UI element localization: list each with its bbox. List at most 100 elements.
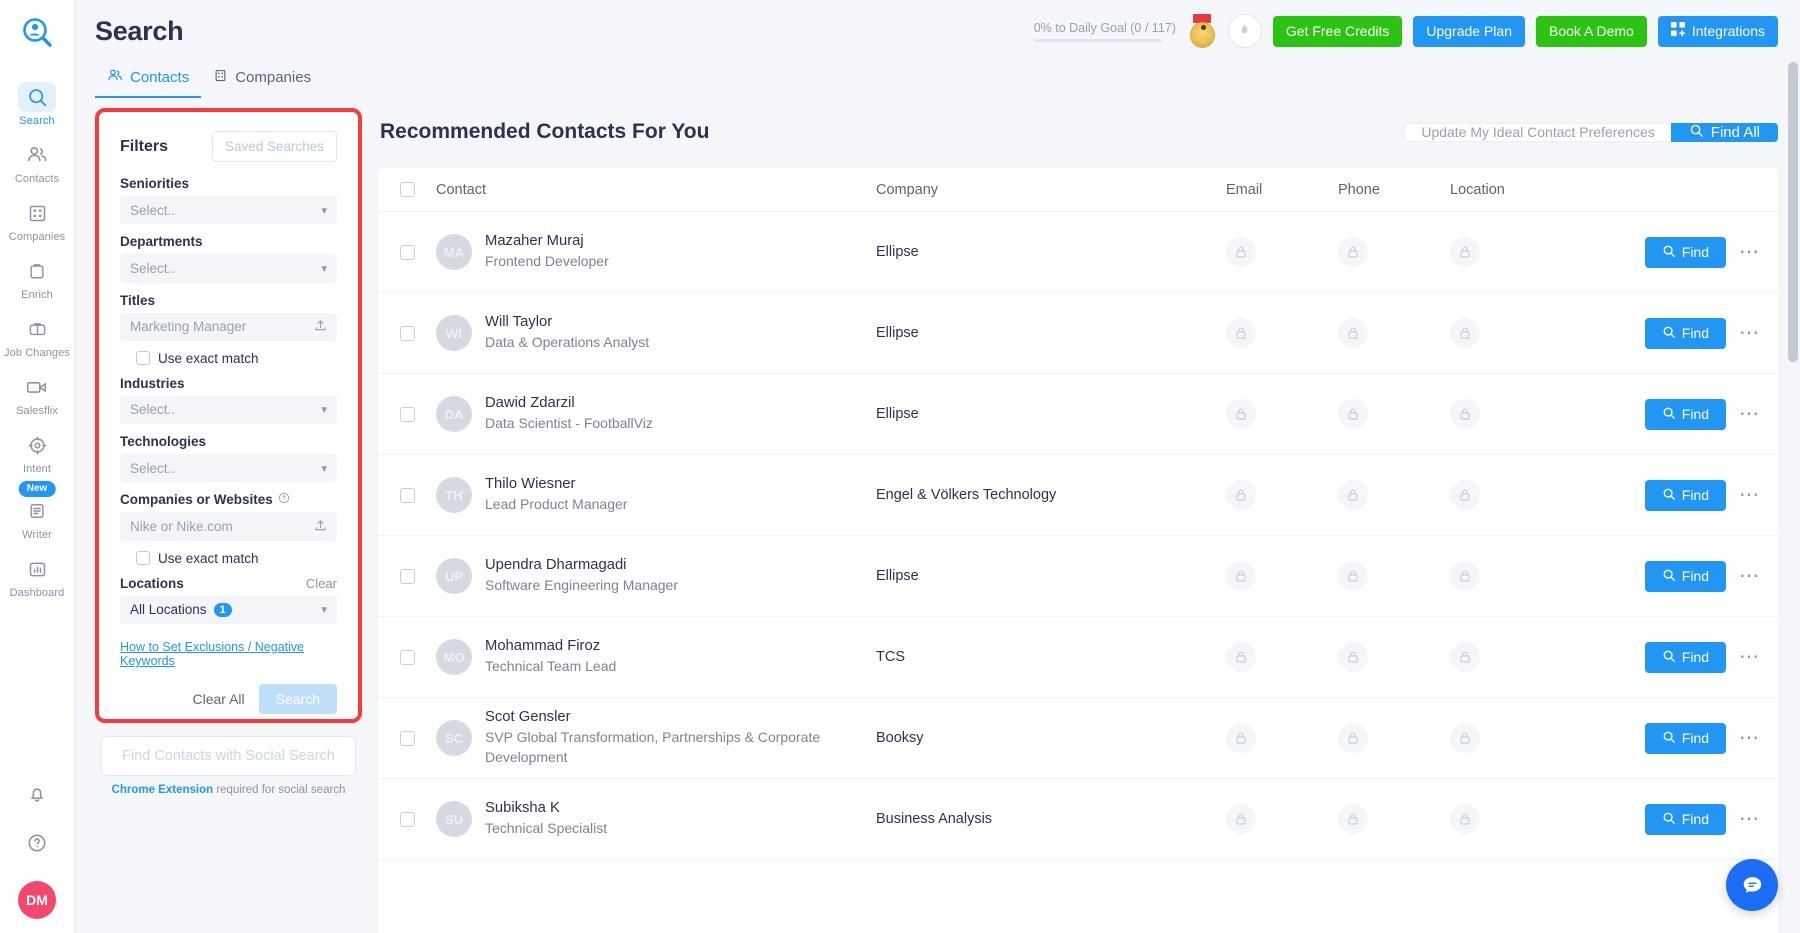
find-button[interactable]: Find [1645,561,1726,592]
lock-icon[interactable] [1338,399,1368,429]
sidebar-item-intent[interactable]: Intent [0,423,74,481]
lock-icon[interactable] [1450,399,1480,429]
table-row[interactable]: MA Mazaher Muraj Frontend Developer Elli… [378,212,1778,293]
sidebar-item-writer[interactable]: New Writer [0,481,74,547]
titles-input[interactable]: Marketing Manager [120,313,337,341]
table-row[interactable]: UP Upendra Dharmagadi Software Engineeri… [378,536,1778,617]
info-circle-icon[interactable] [278,492,290,507]
lock-icon[interactable] [1338,804,1368,834]
companies-input[interactable]: Nike or Nike.com [120,512,337,540]
locations-clear-link[interactable]: Clear [306,576,337,591]
table-row[interactable]: MO Mohammad Firoz Technical Team Lead TC… [378,617,1778,698]
row-checkbox[interactable] [400,650,415,665]
lock-icon[interactable] [1226,561,1256,591]
book-a-demo-button[interactable]: Book A Demo [1536,16,1647,47]
titles-exact-match-row[interactable]: Use exact match [136,351,337,366]
tab-contacts[interactable]: Contacts [95,68,201,98]
ellipsis-icon[interactable]: ⋯ [1739,409,1760,419]
locations-select[interactable]: All Locations 1 ▾ [120,596,337,624]
clear-all-button[interactable]: Clear All [193,691,245,707]
ellipsis-icon[interactable]: ⋯ [1739,814,1760,824]
upload-icon[interactable] [314,519,327,535]
update-preferences-button[interactable]: Update My Ideal Contact Preferences [1404,123,1670,142]
table-row[interactable]: SC Scot Gensler SVP Global Transformatio… [378,698,1778,779]
lock-icon[interactable] [1450,723,1480,753]
row-checkbox[interactable] [400,488,415,503]
saved-searches-button[interactable]: Saved Searches [212,131,337,162]
ellipsis-icon[interactable]: ⋯ [1739,328,1760,338]
upgrade-plan-button[interactable]: Upgrade Plan [1413,16,1525,47]
select-all-checkbox[interactable] [400,182,415,197]
lock-icon[interactable] [1226,642,1256,672]
ellipsis-icon[interactable]: ⋯ [1739,571,1760,581]
sidebar-item-job-changes[interactable]: Job Changes [0,307,74,365]
ellipsis-icon[interactable]: ⋯ [1739,490,1760,500]
lock-icon[interactable] [1450,642,1480,672]
lock-icon[interactable] [1450,318,1480,348]
ellipsis-icon[interactable]: ⋯ [1739,247,1760,257]
lock-icon[interactable] [1226,318,1256,348]
lock-icon[interactable] [1450,804,1480,834]
lock-icon[interactable] [1226,723,1256,753]
find-all-button[interactable]: Find All [1671,123,1778,142]
checkbox-icon[interactable] [136,351,150,365]
flame-icon[interactable] [1228,14,1262,48]
chrome-extension-link[interactable]: Chrome Extension [112,784,214,796]
bell-icon[interactable] [26,783,48,810]
upload-icon[interactable] [314,319,327,335]
sidebar-item-enrich[interactable]: Enrich [0,249,74,307]
table-row[interactable]: TH Thilo Wiesner Lead Product Manager En… [378,455,1778,536]
find-button[interactable]: Find [1645,318,1726,349]
sidebar-item-search[interactable]: Search [0,75,74,133]
find-button[interactable]: Find [1645,642,1726,673]
ellipsis-icon[interactable]: ⋯ [1739,652,1760,662]
row-checkbox[interactable] [400,731,415,746]
get-free-credits-button[interactable]: Get Free Credits [1273,16,1402,47]
row-checkbox[interactable] [400,245,415,260]
page-scrollbar[interactable] [1788,62,1798,362]
table-row[interactable]: WI Will Taylor Data & Operations Analyst… [378,293,1778,374]
table-row[interactable]: SU Subiksha K Technical Specialist Busin… [378,779,1778,860]
row-checkbox[interactable] [400,812,415,827]
technologies-select[interactable]: Select.. ▾ [120,454,337,482]
row-checkbox[interactable] [400,569,415,584]
lock-icon[interactable] [1338,318,1368,348]
lock-icon[interactable] [1450,480,1480,510]
lock-icon[interactable] [1226,237,1256,267]
companies-exact-match-row[interactable]: Use exact match [136,551,337,566]
table-row[interactable]: DA Dawid Zdarzil Data Scientist - Footba… [378,374,1778,455]
chat-bubble-icon[interactable] [1726,859,1778,911]
exclusions-help-link[interactable]: How to Set Exclusions / Negative Keyword… [120,640,337,668]
app-logo[interactable] [20,16,54,55]
search-button[interactable]: Search [259,684,337,714]
ellipsis-icon[interactable]: ⋯ [1739,733,1760,743]
departments-select[interactable]: Select.. ▾ [120,254,337,282]
lock-icon[interactable] [1226,804,1256,834]
find-button[interactable]: Find [1645,804,1726,835]
lock-icon[interactable] [1338,561,1368,591]
sidebar-item-contacts[interactable]: Contacts [0,133,74,191]
lock-icon[interactable] [1338,237,1368,267]
sidebar-item-companies[interactable]: Companies [0,191,74,249]
find-button[interactable]: Find [1645,723,1726,754]
lock-icon[interactable] [1338,480,1368,510]
social-search-button[interactable]: Find Contacts with Social Search [101,736,356,776]
row-checkbox[interactable] [400,407,415,422]
find-button[interactable]: Find [1645,480,1726,511]
sidebar-item-salesflix[interactable]: Salesflix [0,365,74,423]
lock-icon[interactable] [1338,723,1368,753]
row-checkbox[interactable] [400,326,415,341]
checkbox-icon[interactable] [136,551,150,565]
lock-icon[interactable] [1226,399,1256,429]
lock-icon[interactable] [1450,237,1480,267]
lock-icon[interactable] [1338,642,1368,672]
industries-select[interactable]: Select.. ▾ [120,396,337,424]
medal-icon[interactable] [1187,14,1217,48]
tab-companies[interactable]: Companies [201,68,323,98]
question-circle-icon[interactable] [26,832,48,859]
integrations-button[interactable]: Integrations [1658,16,1778,47]
user-avatar[interactable]: DM [18,881,56,919]
find-button[interactable]: Find [1645,399,1726,430]
find-button[interactable]: Find [1645,237,1726,268]
lock-icon[interactable] [1450,561,1480,591]
